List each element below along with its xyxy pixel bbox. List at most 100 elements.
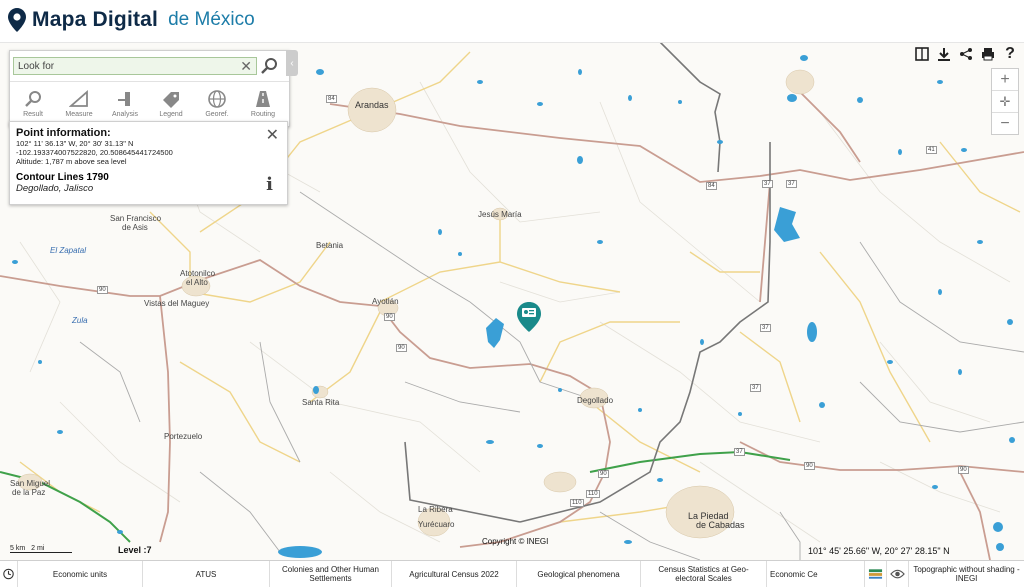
brand-logo[interactable]: Mapa Digital de México — [8, 8, 255, 32]
place-label: San Francisco — [110, 214, 162, 223]
point-info-panel: Point information: 102° 11' 36.13" W, 20… — [9, 121, 288, 205]
highway-shield: 41 — [926, 146, 937, 154]
place-label: de Cabadas — [696, 520, 745, 530]
coordinates-decimal: -102.193374007522820, 20.508645441724500 — [16, 148, 173, 157]
history-icon[interactable] — [0, 561, 18, 587]
analysis-icon — [118, 92, 130, 106]
altitude: Altitude: 1,787 m above sea level — [16, 157, 127, 166]
place-label: San Miguel — [10, 479, 51, 488]
tool-label: Result — [23, 111, 43, 118]
place-label: el Alto — [186, 278, 208, 287]
highway-shield: 37 — [762, 180, 773, 188]
eye-icon[interactable] — [887, 561, 909, 587]
tool-measure[interactable]: Measure — [56, 82, 102, 126]
tool-label: Legend — [159, 111, 183, 118]
highway-shield: 37 — [750, 384, 761, 392]
info-icon[interactable]: i — [266, 174, 273, 195]
tool-analysis[interactable]: Analysis — [102, 82, 148, 126]
header-bar: Mapa Digital de México — [0, 0, 1024, 43]
highway-shield: 90 — [396, 344, 407, 352]
place-label: de Asis — [122, 223, 148, 232]
map-pin-logo-icon — [8, 8, 26, 32]
place-label: Arandas — [355, 100, 389, 110]
clear-search-icon[interactable]: ✕ — [240, 58, 252, 75]
place-label: Vistas del Maguey — [144, 299, 210, 308]
zoom-in-button[interactable]: + — [992, 69, 1018, 91]
layer-tab[interactable]: Geological phenomena — [517, 561, 641, 587]
point-info-heading: Point information: — [16, 127, 111, 139]
layer-tab[interactable]: ATUS — [143, 561, 270, 587]
place-label: Portezuelo — [164, 432, 203, 441]
tool-legend[interactable]: Legend — [148, 82, 194, 126]
place-label: Zula — [72, 316, 88, 325]
tool-label: Georef. — [205, 111, 229, 118]
highway-shield: 90 — [384, 313, 395, 321]
copyright: Copyright © INEGI — [482, 537, 549, 546]
download-icon[interactable] — [936, 46, 952, 62]
place-label: Degollado — [577, 396, 614, 405]
road-icon — [256, 91, 270, 107]
highway-shield: 110 — [570, 499, 584, 507]
layer-tab[interactable]: Colonies and Other Human Settlements — [270, 561, 392, 587]
highway-shield: 90 — [804, 462, 815, 470]
print-icon[interactable] — [980, 46, 996, 62]
highway-shield: 37 — [760, 324, 771, 332]
brand-title: Mapa Digital — [32, 8, 159, 31]
tool-label: Routing — [250, 111, 276, 118]
map-toolbar: ? — [914, 45, 1018, 62]
tool-routing[interactable]: Routing — [240, 82, 286, 126]
share-icon[interactable] — [958, 46, 974, 62]
highway-shield: 37 — [786, 180, 797, 188]
search-input[interactable]: Look for ✕ — [13, 57, 257, 75]
scale-km: 5 km — [10, 545, 26, 552]
layer-tab[interactable]: Agricultural Census 2022 — [392, 561, 517, 587]
tool-result[interactable]: Result — [10, 82, 56, 126]
highway-shield: 37 — [734, 448, 745, 456]
cursor-coordinates: 101° 45' 25.66" W, 20° 27' 28.15" N — [808, 546, 950, 556]
scale-bar: 5 km 2 mi — [10, 545, 72, 553]
location-marker-icon[interactable] — [517, 302, 541, 332]
highway-shield: 90 — [958, 466, 969, 474]
layers-icon[interactable] — [865, 561, 887, 587]
ruler-icon — [69, 90, 88, 107]
place-label: Santa Rita — [302, 398, 340, 407]
layer-tab[interactable]: Census Statistics at Geo-electoral Scale… — [641, 561, 767, 587]
zoom-level: Level :7 — [118, 545, 152, 555]
zoom-controls: + ✛ − — [991, 68, 1019, 135]
tag-icon — [163, 92, 179, 108]
highway-shield: 84 — [326, 95, 337, 103]
layers-bar: Economic units ATUS Colonies and Other H… — [0, 560, 1024, 587]
search-placeholder: Look for — [18, 60, 55, 72]
base-layer-selector[interactable]: Topographic without shading - INEGI — [909, 561, 1024, 587]
highway-shield: 110 — [586, 490, 600, 498]
scale-mi: 2 mi — [31, 545, 45, 552]
place-label: La Ribera — [418, 505, 453, 514]
highway-shield: 84 — [706, 182, 717, 190]
chevron-left-icon: ‹ — [290, 57, 294, 69]
contour-line: Contour Lines 1790 — [16, 172, 109, 183]
highway-shield: 90 — [97, 286, 108, 294]
place-label: Ayotlán — [372, 297, 399, 306]
layer-tab[interactable]: Economic units — [18, 561, 143, 587]
globe-icon — [208, 90, 226, 108]
search-panel: Look for ✕ Result Measure Analysis Legen… — [9, 50, 290, 127]
place-label: Betania — [316, 241, 344, 250]
close-icon[interactable]: ✕ — [266, 125, 279, 145]
place-label: Jesús María — [478, 210, 522, 219]
place-label: Atotonilco — [180, 269, 216, 278]
tool-georef[interactable]: Georef. — [194, 82, 240, 126]
magnifier-icon — [25, 91, 41, 107]
place-label: de la Paz — [12, 488, 46, 497]
location-name: Degollado, Jalisco — [16, 183, 94, 194]
brand-subtitle: de México — [168, 9, 255, 30]
layer-tab[interactable]: Economic Ce — [767, 561, 865, 587]
fullscreen-icon[interactable] — [914, 46, 930, 62]
zoom-out-button[interactable]: − — [992, 113, 1018, 134]
collapse-panel-button[interactable]: ‹ — [286, 50, 298, 76]
pan-icon[interactable]: ✛ — [992, 91, 1018, 113]
help-icon[interactable]: ? — [1002, 45, 1018, 62]
tool-label: Measure — [65, 111, 93, 118]
tool-label: Analysis — [111, 111, 139, 118]
place-label: El Zapatal — [50, 246, 87, 255]
search-button[interactable] — [257, 55, 281, 77]
